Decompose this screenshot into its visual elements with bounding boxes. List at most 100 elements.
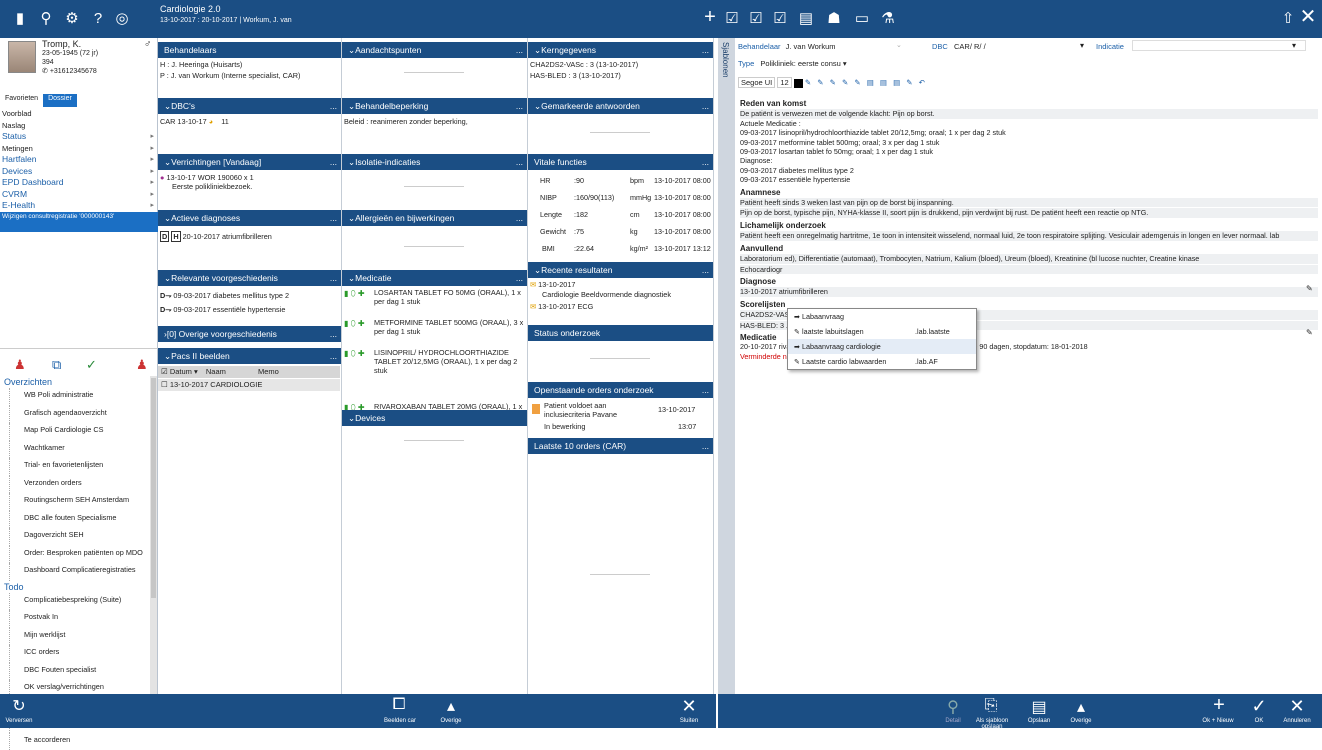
detail-label[interactable]: Detail	[940, 718, 966, 724]
beelden-label[interactable]: Beelden car	[380, 718, 420, 724]
select-all-checkbox[interactable]: ☑	[158, 367, 168, 376]
tab-dossier[interactable]: Dossier	[43, 94, 77, 107]
checkbox-icon[interactable]: ☑	[770, 10, 790, 28]
result-ecg[interactable]: 13-10-2017 ECG	[538, 302, 593, 311]
save-icon[interactable]: ▤	[1026, 697, 1052, 717]
print-icon[interactable]: ▭	[852, 10, 872, 28]
checkbox-k-icon[interactable]: ☑	[746, 10, 766, 28]
row-checkbox[interactable]: ☐	[158, 380, 168, 389]
chevron-down-icon[interactable]: ▾	[1292, 41, 1296, 50]
actieve-diagnose[interactable]: 20-10-2017 atriumfibrilleren	[183, 232, 272, 241]
vitale-header[interactable]: Vitale functies...	[528, 154, 713, 170]
behandelbeperking-header[interactable]: ⌄Behandelbeperking...	[342, 98, 527, 114]
vital-row[interactable]: HR:90bpm13-10-2017 08:00	[530, 174, 714, 191]
template-save-icon[interactable]: ⎘	[978, 697, 1004, 715]
sidebar-item-voorblad[interactable]: Voorblad	[0, 108, 158, 120]
col-naam[interactable]: Naam	[206, 367, 226, 376]
tree-item[interactable]: DBC alle fouten Specialisme	[9, 511, 150, 529]
dbc-header[interactable]: ⌄DBC's...	[158, 98, 341, 114]
relevante-vg-1[interactable]: 09-03-2017 diabetes mellitus type 2	[173, 291, 289, 300]
check-icon[interactable]: ✓	[1246, 696, 1272, 717]
kerngegevens-header[interactable]: ⌄Kerngegevens...	[528, 42, 713, 58]
medication-item[interactable]: ▮ ⬯ ✚LOSARTAN TABLET FO 50MG (ORAAL), 1 …	[344, 288, 526, 318]
checkbox-arrow-icon[interactable]: ☑	[722, 10, 742, 28]
tree-item[interactable]: WB Poli administratie	[9, 388, 150, 406]
als-sjabloon-label[interactable]: Als sjabloon opslaan	[972, 718, 1012, 730]
font-select[interactable]: Segoe UI	[738, 77, 775, 88]
laatste-orders-header[interactable]: Laatste 10 orders (CAR)...	[528, 438, 713, 454]
chevron-down-icon[interactable]: ⌄	[896, 41, 902, 49]
close-icon[interactable]: ✕	[676, 696, 702, 717]
order-desc[interactable]: Patient voldoet aan inclusiecriteria Pav…	[544, 401, 624, 419]
tree-item[interactable]: Map Poli Cardiologie CS	[9, 423, 150, 441]
close-icon[interactable]: ✕	[1298, 8, 1318, 26]
popup-item[interactable]: ➡ Labaanvraag	[788, 309, 976, 324]
indicatie-select[interactable]	[1132, 40, 1306, 51]
popup-item[interactable]: ✎ laatste labuitslagen.lab.laatste	[788, 324, 976, 339]
tree-item[interactable]: ICC orders	[9, 645, 150, 663]
popup-item[interactable]: ➡ Labaanvraag cardiologie	[788, 339, 976, 354]
actieve-diagnoses-header[interactable]: ⌄Actieve diagnoses...	[158, 210, 341, 226]
overige-label[interactable]: Overige	[436, 718, 466, 724]
opslaan-label[interactable]: Opslaan	[1024, 718, 1054, 724]
users-icon[interactable]: ☗	[824, 10, 844, 28]
behandelbeperking-value[interactable]: Beleid : reanimeren zonder beperking,	[344, 117, 468, 126]
user-add-icon[interactable]: ♟	[14, 357, 26, 373]
type-select[interactable]: Polikliniek: eerste consu	[760, 59, 840, 68]
windows-icon[interactable]: ⧉	[52, 357, 61, 373]
network-icon[interactable]: ⚙	[62, 10, 82, 28]
dbc-select[interactable]: CAR/ R/ /	[954, 42, 986, 51]
tree-scrollbar[interactable]	[150, 376, 157, 694]
refresh-icon[interactable]: ↻	[6, 696, 32, 716]
help-icon[interactable]: ?	[88, 10, 108, 28]
tree-group-todo[interactable]: Todo	[0, 581, 150, 593]
dbc-value[interactable]: CAR 13-10-17	[160, 117, 207, 126]
verrichting-code[interactable]: 13-10-17 WOR 190060 x 1	[166, 173, 253, 182]
tree-item[interactable]: Dagoverzicht SEH	[9, 528, 150, 546]
sidebar-highlight-item[interactable]: Wijzigen consultregistratie '000000143'	[0, 212, 158, 232]
sluiten-label[interactable]: Sluiten	[672, 718, 706, 724]
popup-item[interactable]: ✎ Laatste cardio labwaarden.lab.AF	[788, 354, 976, 369]
sidebar-item-cvrm[interactable]: CVRM	[0, 189, 158, 201]
relevante-vg-header[interactable]: ⌄Relevante voorgeschiedenis...	[158, 270, 341, 286]
size-select[interactable]: 12	[777, 77, 791, 88]
cancel-icon[interactable]: ✕	[1284, 696, 1310, 717]
chevron-up-icon[interactable]: ▴	[1068, 697, 1094, 717]
behandelaars-header[interactable]: Behandelaars	[158, 42, 341, 58]
app-title[interactable]: Cardiologie 2.0 13-10-2017 : 20-10-2017 …	[160, 4, 292, 26]
allergie-header[interactable]: ⌄Allergieën en bijwerkingen...	[342, 210, 527, 226]
tree-item[interactable]: Grafisch agendaoverzicht	[9, 406, 150, 424]
vital-row[interactable]: Gewicht:75kg13-10-2017 08:00	[530, 225, 714, 242]
vital-row[interactable]: Lengte:182cm13-10-2017 08:00	[530, 208, 714, 225]
tree-item[interactable]: Complicatiebespreking (Suite)	[9, 593, 150, 611]
tab-favorieten[interactable]: Favorieten	[0, 94, 43, 107]
aandachtspunten-header[interactable]: ⌄Aandachtspunten...	[342, 42, 527, 58]
isolatie-header[interactable]: ⌄Isolatie-indicaties...	[342, 154, 527, 170]
chevron-down-icon[interactable]: ▾	[1080, 41, 1084, 50]
annuleren-label[interactable]: Annuleren	[1278, 718, 1316, 724]
add-icon[interactable]: +	[700, 8, 720, 26]
tree-group-overzichten[interactable]: Overzichten	[0, 376, 150, 388]
tree-item[interactable]: Order: Besproken patiënten op MDO	[9, 546, 150, 564]
image-icon[interactable]: ⧠	[386, 696, 412, 714]
ok-label[interactable]: OK	[1246, 718, 1272, 724]
book-icon[interactable]: ▮	[10, 10, 30, 28]
col-datum[interactable]: Datum	[170, 367, 192, 376]
sidebar-item-naslag[interactable]: Naslag	[0, 120, 158, 132]
medication-item[interactable]: ▮ ⬯ ✚LISINOPRIL/ HYDROCHLOORTHIAZIDE TAB…	[344, 348, 526, 402]
flask-icon[interactable]: ⚗	[878, 10, 898, 28]
refresh-label[interactable]: Verversen	[2, 718, 36, 724]
overige-vg-header[interactable]: ›[0] Overige voorgeschiedenis...	[158, 326, 341, 342]
binoculars-icon[interactable]: ⚲	[36, 10, 56, 28]
tree-item[interactable]: Postvak In	[9, 610, 150, 628]
sidebar-item-status[interactable]: Status	[0, 131, 158, 143]
sidebar-item-hartfalen[interactable]: Hartfalen	[0, 154, 158, 166]
patient-card[interactable]: Tromp, K. 23-05-1945 (72 jr) 394 ✆ +3161…	[0, 38, 158, 94]
detail-icon[interactable]: ⚲	[940, 697, 966, 717]
result-date[interactable]: 13-10-2017	[538, 280, 575, 289]
vital-row[interactable]: NIBP:160/90(113)mmHg13-10-2017 08:00	[530, 191, 714, 208]
recente-resultaten-header[interactable]: ⌄Recente resultaten...	[528, 262, 713, 278]
color-swatch[interactable]	[794, 79, 803, 88]
tree-item[interactable]: Wachtkamer	[9, 441, 150, 459]
overige-label[interactable]: Overige	[1066, 718, 1096, 724]
